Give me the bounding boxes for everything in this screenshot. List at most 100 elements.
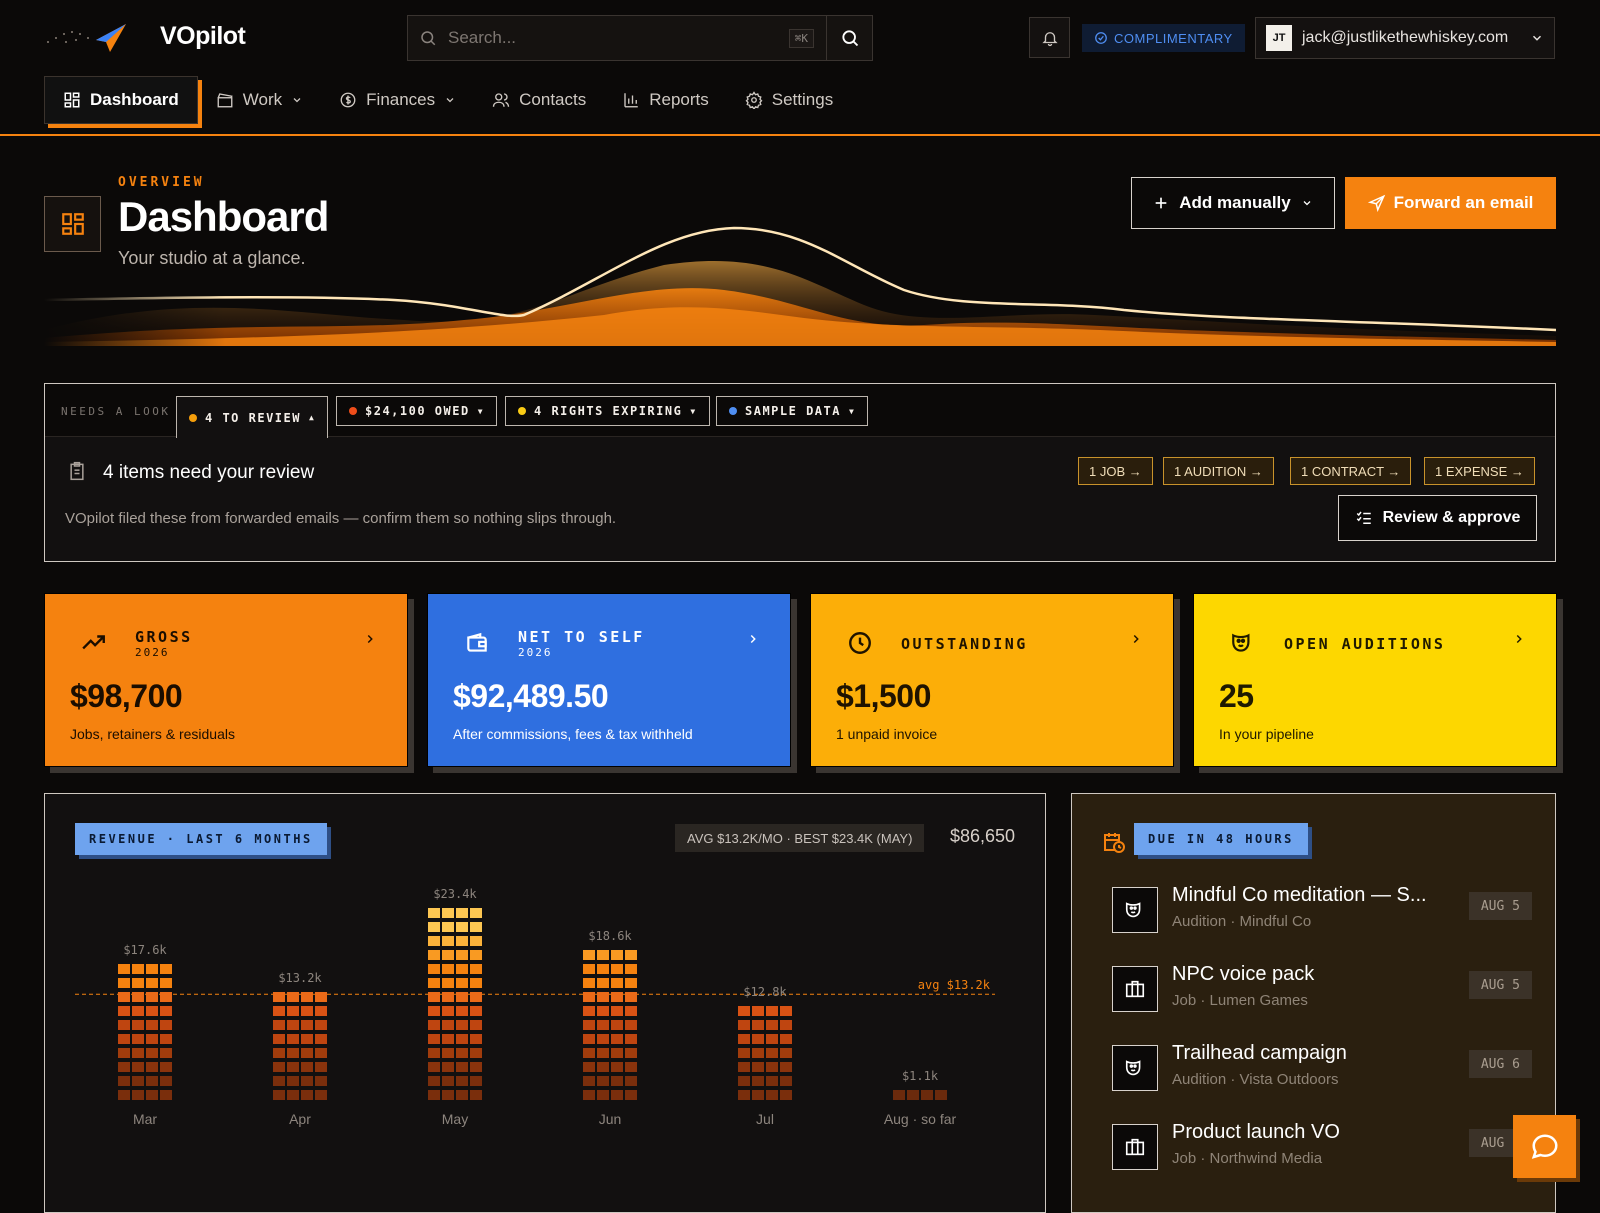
chip-rights-expiring[interactable]: 4 RIGHTS EXPIRING ▼ [505, 396, 710, 426]
stat-card-net-to-self[interactable]: NET TO SELF 2026 $92,489.50 After commis… [427, 593, 791, 767]
due-badge: DUE IN 48 HOURS [1134, 823, 1308, 855]
bar-cell [921, 1090, 933, 1100]
chip-owed[interactable]: $24,100 OWED ▼ [336, 396, 498, 426]
bar-cell [456, 908, 468, 918]
bar-cell [273, 1076, 285, 1086]
search-bar: ⌘K [407, 15, 873, 61]
bar-cell [780, 1076, 792, 1086]
bar-cell [738, 1062, 750, 1072]
due-panel: DUE IN 48 HOURS Mindful Co meditation — … [1071, 793, 1556, 1213]
chip-to-review[interactable]: 4 TO REVIEW ▲ [176, 396, 329, 438]
due-item[interactable]: Trailhead campaign Audition · Vista Outd… [1112, 1040, 1532, 1110]
bar-cell [160, 1062, 172, 1072]
nav-dashboard[interactable]: Dashboard [44, 76, 198, 124]
calendar-clock-icon [1104, 833, 1125, 853]
caret-down-icon: ▼ [848, 406, 856, 416]
search-input[interactable] [448, 28, 789, 48]
bar-cell [315, 1076, 327, 1086]
bar-apr[interactable] [273, 992, 327, 1100]
bar-cell [301, 1090, 313, 1100]
bar-cell [625, 1020, 637, 1030]
bar-cell [766, 1048, 778, 1058]
chip-label: 4 TO REVIEW [205, 410, 301, 425]
bar-cell [766, 1090, 778, 1100]
bar-cell [470, 1048, 482, 1058]
chat-button[interactable] [1513, 1115, 1576, 1178]
x-axis-label: Jun [599, 1111, 622, 1127]
chip-sample-data[interactable]: SAMPLE DATA ▼ [716, 396, 869, 426]
add-manually-button[interactable]: Add manually [1131, 177, 1335, 229]
bar-cell [118, 1048, 130, 1058]
search-button[interactable] [826, 16, 872, 60]
bar-cell [625, 950, 637, 960]
plan-badge: COMPLIMENTARY [1082, 24, 1245, 52]
bar-cell [132, 1076, 144, 1086]
due-item[interactable]: Mindful Co meditation — S... Audition · … [1112, 882, 1532, 952]
bar-jun[interactable] [583, 950, 637, 1100]
stat-card-gross[interactable]: GROSS 2026 $98,700 Jobs, retainers & res… [44, 593, 408, 767]
bar-cell [301, 1034, 313, 1044]
nav-label: Work [242, 90, 283, 109]
status-dot [189, 413, 197, 422]
brand-name[interactable]: VOpilot [160, 22, 246, 51]
stat-card-open-auditions[interactable]: OPEN AUDITIONS 25 In your pipeline [1193, 593, 1557, 767]
bar-cell [583, 1062, 595, 1072]
bar-cell [583, 950, 595, 960]
nav-label: Contacts [519, 90, 587, 109]
bar-cell [287, 1020, 299, 1030]
user-menu[interactable]: JT jack@justlikethewhiskey.com [1255, 17, 1555, 59]
bar-cell [442, 964, 454, 974]
bar-cell [287, 1006, 299, 1016]
bar-cell [597, 1062, 609, 1072]
bar-cell [146, 1062, 158, 1072]
bar-cell [625, 1062, 637, 1072]
stat-label: OPEN AUDITIONS [1284, 635, 1446, 653]
tag-contract[interactable]: 1 CONTRACT → [1290, 457, 1412, 485]
due-item[interactable]: Product launch VO Job · Northwind Media … [1112, 1119, 1532, 1189]
bar-cell [456, 1020, 468, 1030]
logo-icon[interactable] [46, 20, 128, 54]
bar-may[interactable] [428, 908, 482, 1100]
bar-cell [597, 1034, 609, 1044]
bar-mar[interactable] [118, 964, 172, 1100]
bar-cell [470, 950, 482, 960]
due-item[interactable]: NPC voice pack Job · Lumen Games AUG 5 [1112, 961, 1532, 1031]
bar-cell [611, 1034, 623, 1044]
nav-work[interactable]: Work [198, 76, 321, 124]
bar-cell [442, 1034, 454, 1044]
bar-cell [442, 978, 454, 988]
bar-cell [118, 1076, 130, 1086]
bar-cell [780, 1020, 792, 1030]
bar-cell [301, 1076, 313, 1086]
due-item-subtitle: Job · Northwind Media [1172, 1150, 1323, 1167]
nav-settings[interactable]: Settings [727, 76, 851, 124]
bar-cell [597, 978, 609, 988]
bar-cell [625, 1076, 637, 1086]
notifications-button[interactable] [1029, 17, 1070, 58]
tag-audition[interactable]: 1 AUDITION → [1163, 457, 1274, 485]
tag-expense[interactable]: 1 EXPENSE → [1424, 457, 1535, 485]
bar-jul[interactable] [738, 1006, 792, 1100]
bar-cell [597, 1020, 609, 1030]
bar-cell [428, 992, 440, 1002]
bar-cell [893, 1090, 905, 1100]
forward-email-button[interactable]: Forward an email [1345, 177, 1556, 229]
chevron-down-icon [1532, 35, 1542, 41]
x-axis-label: Mar [133, 1111, 157, 1127]
stat-card-outstanding[interactable]: OUTSTANDING $1,500 1 unpaid invoice [810, 593, 1174, 767]
bar-chart-icon [624, 93, 638, 108]
bar-cell [583, 1006, 595, 1016]
nav-contacts[interactable]: Contacts [474, 76, 604, 124]
bar-cell [752, 1090, 764, 1100]
stat-year: 2026 [518, 646, 553, 659]
nav-reports[interactable]: Reports [604, 76, 727, 124]
review-approve-button[interactable]: Review & approve [1338, 495, 1537, 541]
bar-cell [132, 978, 144, 988]
bar-aug[interactable] [893, 1090, 947, 1100]
nav-finances[interactable]: Finances [321, 76, 474, 124]
bar-cell [146, 1034, 158, 1044]
check-circle-icon [1095, 32, 1107, 44]
tag-job[interactable]: 1 JOB → [1078, 457, 1153, 485]
forward-email-label: Forward an email [1393, 193, 1534, 212]
bar-cell [752, 1006, 764, 1016]
